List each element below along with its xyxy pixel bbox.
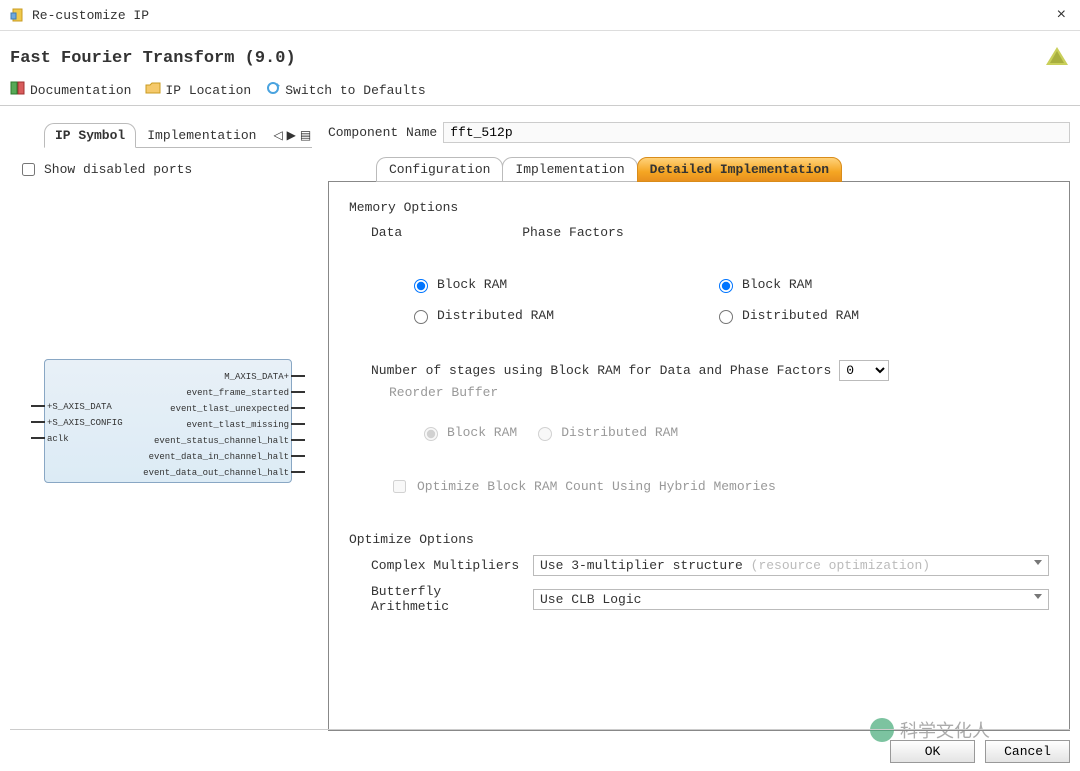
port-m-axis-data: M_AXIS_DATA+ [224, 370, 289, 384]
switch-defaults-link[interactable]: Switch to Defaults [265, 81, 425, 99]
optimize-hybrid-label: Optimize Block RAM Count Using Hybrid Me… [417, 479, 776, 494]
data-column-label: Data [371, 225, 402, 240]
book-icon [10, 81, 26, 99]
butterfly-arithmetic-select[interactable]: Use CLB Logic [533, 589, 1049, 610]
port-event-tlast-unexpected: event_tlast_unexpected [170, 402, 289, 416]
data-distributed-ram-radio[interactable]: Distributed RAM [409, 307, 554, 324]
ip-symbol-diagram: +S_AXIS_DATA +S_AXIS_CONFIG aclk M_AXIS_… [44, 359, 292, 483]
port-s-axis-data: +S_AXIS_DATA [47, 400, 112, 414]
port-aclk: aclk [47, 432, 69, 446]
phase-distributed-ram-radio[interactable]: Distributed RAM [714, 307, 859, 324]
vivado-logo-icon [1044, 45, 1070, 71]
butterfly-arithmetic-label: Butterfly Arithmetic [371, 584, 521, 614]
tab-ip-symbol[interactable]: IP Symbol [44, 123, 136, 148]
complex-multipliers-label: Complex Multipliers [371, 558, 521, 573]
port-event-data-in-halt: event_data_in_channel_halt [149, 450, 289, 464]
phase-block-ram-radio[interactable]: Block RAM [714, 276, 859, 293]
stages-label: Number of stages using Block RAM for Dat… [371, 363, 831, 378]
reorder-distributed-ram-radio: Distributed RAM [533, 424, 678, 441]
port-event-frame-started: event_frame_started [186, 386, 289, 400]
tab-list-icon[interactable]: ▤ [300, 128, 311, 142]
data-block-ram-radio[interactable]: Block RAM [409, 276, 554, 293]
ip-location-link[interactable]: IP Location [145, 81, 251, 99]
chevron-down-icon [1034, 594, 1042, 599]
port-event-data-out-halt: event_data_out_channel_halt [143, 466, 289, 480]
tab-prev-icon[interactable]: ◁ [273, 128, 282, 142]
port-s-axis-config: +S_AXIS_CONFIG [47, 416, 123, 430]
memory-options-heading: Memory Options [349, 200, 1049, 215]
reorder-buffer-label: Reorder Buffer [389, 385, 1049, 400]
phase-column-label: Phase Factors [522, 225, 623, 240]
component-name-label: Component Name [328, 125, 437, 140]
tab-implementation-right[interactable]: Implementation [502, 157, 637, 182]
reorder-block-ram-radio: Block RAM [419, 424, 517, 441]
cancel-button[interactable]: Cancel [985, 740, 1070, 763]
ok-button[interactable]: OK [890, 740, 975, 763]
tab-next-icon[interactable]: ▶ [287, 128, 296, 142]
refresh-icon [265, 81, 281, 99]
tab-detailed-implementation[interactable]: Detailed Implementation [637, 157, 842, 182]
window-icon [10, 7, 26, 23]
dialog-subtitle: Fast Fourier Transform (9.0) [10, 49, 296, 68]
tab-implementation-left[interactable]: Implementation [136, 123, 267, 148]
optimize-options-heading: Optimize Options [349, 532, 1049, 547]
folder-icon [145, 81, 161, 99]
port-event-status-halt: event_status_channel_halt [154, 434, 289, 448]
port-event-tlast-missing: event_tlast_missing [186, 418, 289, 432]
stages-select[interactable]: 0 [839, 360, 889, 381]
show-disabled-label: Show disabled ports [44, 162, 192, 177]
component-name-input[interactable] [443, 122, 1070, 143]
tab-configuration[interactable]: Configuration [376, 157, 503, 182]
chevron-down-icon [1034, 560, 1042, 565]
window-title: Re-customize IP [32, 8, 1053, 23]
complex-multipliers-select[interactable]: Use 3-multiplier structure (resource opt… [533, 555, 1049, 576]
close-icon[interactable]: × [1053, 6, 1070, 24]
optimize-hybrid-checkbox [393, 480, 406, 493]
show-disabled-checkbox[interactable] [22, 163, 35, 176]
documentation-link[interactable]: Documentation [10, 81, 131, 99]
